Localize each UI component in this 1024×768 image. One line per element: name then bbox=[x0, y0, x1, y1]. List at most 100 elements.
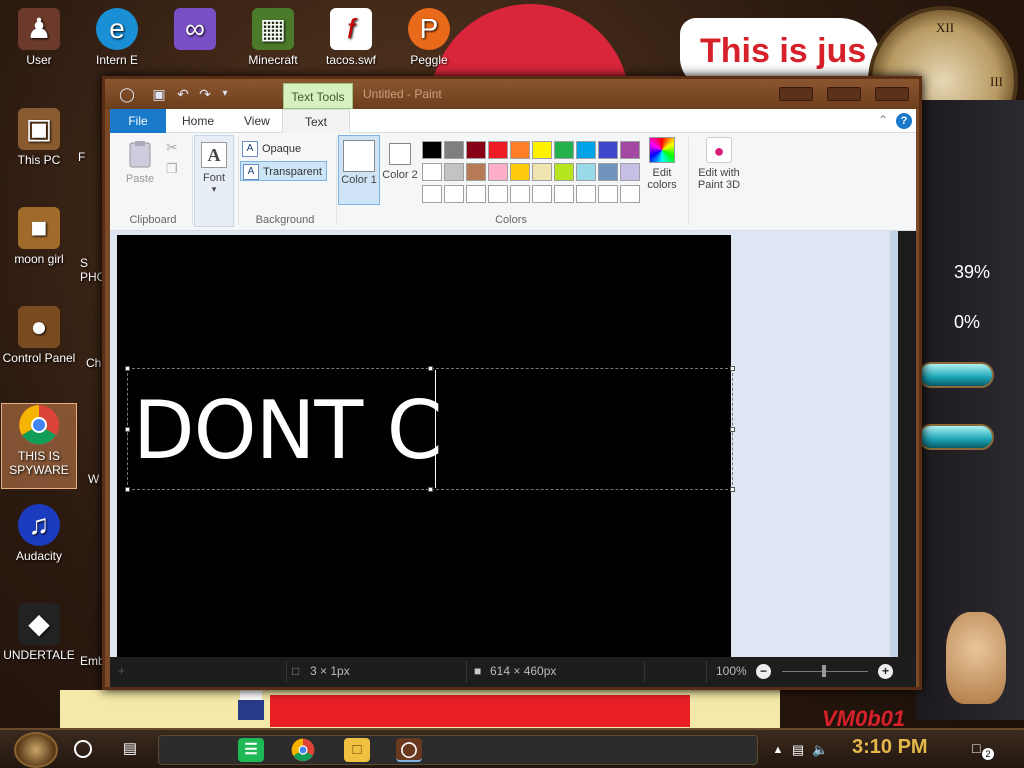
zoom-slider-thumb[interactable] bbox=[822, 665, 826, 677]
palette-swatch[interactable] bbox=[554, 185, 574, 203]
resize-handle[interactable] bbox=[125, 487, 130, 492]
tab-file[interactable]: File bbox=[110, 109, 166, 133]
font-icon: A bbox=[201, 142, 227, 168]
title-bar[interactable]: ◯ ▣ ↶ ↷ ▾ Text Tools Untitled - Paint bbox=[105, 79, 919, 109]
palette-swatch[interactable] bbox=[576, 141, 596, 159]
taskbar-clock[interactable]: 3:10 PM bbox=[852, 736, 928, 759]
chevron-up-icon[interactable]: ▲ bbox=[770, 742, 786, 758]
palette-swatch[interactable] bbox=[554, 163, 574, 181]
desktop-icon-label: Emb bbox=[80, 654, 105, 668]
spotify-like-icon[interactable]: ☰ bbox=[238, 738, 264, 762]
paint-icon[interactable]: ◯ bbox=[396, 738, 422, 762]
collapse-ribbon-icon[interactable]: ⌃ bbox=[878, 113, 888, 127]
chrome-icon[interactable] bbox=[290, 738, 316, 762]
network-icon[interactable]: ▤ bbox=[790, 742, 806, 758]
desktop-icon-peggle[interactable]: P Peggle bbox=[390, 8, 468, 67]
palette-swatch[interactable] bbox=[488, 141, 508, 159]
paste-button[interactable]: Paste bbox=[120, 139, 160, 185]
palette-swatch[interactable] bbox=[554, 141, 574, 159]
palette-swatch[interactable] bbox=[466, 141, 486, 159]
palette-swatch[interactable] bbox=[488, 185, 508, 203]
help-icon[interactable]: ? bbox=[896, 113, 912, 129]
volume-muted-icon[interactable]: 🔈 bbox=[812, 742, 828, 758]
tab-home[interactable]: Home bbox=[168, 109, 228, 133]
task-view-icon[interactable]: ▤ bbox=[120, 740, 140, 758]
desktop-icon-internet-explorer[interactable]: e Intern E bbox=[78, 8, 156, 67]
resize-handle[interactable] bbox=[428, 366, 433, 371]
search-icon[interactable] bbox=[74, 740, 92, 758]
resize-handle[interactable] bbox=[125, 427, 130, 432]
customize-toolbar-icon[interactable]: ▾ bbox=[217, 86, 233, 102]
palette-swatch[interactable] bbox=[576, 185, 596, 203]
start-button[interactable] bbox=[14, 732, 58, 768]
palette-swatch[interactable] bbox=[598, 141, 618, 159]
canvas-size-icon: ■ bbox=[474, 664, 482, 678]
opaque-option[interactable]: A Opaque bbox=[240, 139, 305, 159]
background-group-label: Background bbox=[255, 214, 315, 226]
redo-icon[interactable]: ↷ bbox=[197, 86, 213, 102]
palette-swatch[interactable] bbox=[620, 185, 640, 203]
notification-center-icon[interactable]: □ 2 bbox=[972, 740, 994, 760]
resize-handle[interactable] bbox=[125, 366, 130, 371]
color1-button[interactable]: Color 1 bbox=[338, 135, 380, 205]
close-button[interactable] bbox=[875, 87, 909, 101]
palette-swatch[interactable] bbox=[422, 163, 442, 181]
palette-swatch[interactable] bbox=[444, 163, 464, 181]
file-explorer-icon[interactable]: □ bbox=[344, 738, 370, 762]
font-button[interactable]: A Font ▾ bbox=[194, 135, 234, 227]
undo-icon[interactable]: ↶ bbox=[175, 86, 191, 102]
save-icon[interactable]: ▣ bbox=[151, 86, 167, 102]
palette-swatch[interactable] bbox=[532, 141, 552, 159]
palette-swatch[interactable] bbox=[576, 163, 596, 181]
ribbon: Paste ✂ ❐ Clipboard A Font ▾ A Opaque A … bbox=[110, 133, 916, 231]
zoom-out-button[interactable]: − bbox=[756, 664, 771, 679]
zoom-in-button[interactable]: + bbox=[878, 664, 893, 679]
desktop-icon-spyware[interactable]: THIS IS SPYWARE bbox=[1, 403, 77, 489]
desktop-icon-undertale[interactable]: ◆ UNDERTALE bbox=[0, 603, 78, 662]
transparent-label: Transparent bbox=[263, 166, 322, 178]
tab-text[interactable]: Text bbox=[282, 109, 350, 133]
cut-icon[interactable]: ✂ bbox=[166, 139, 178, 156]
palette-swatch[interactable] bbox=[510, 163, 530, 181]
palette-swatch[interactable] bbox=[598, 163, 618, 181]
desktop-icon-minecraft[interactable]: ▦ Minecraft bbox=[234, 8, 312, 67]
palette-swatch[interactable] bbox=[466, 185, 486, 203]
desktop-icon-moon-girl[interactable]: ■ moon girl bbox=[0, 207, 78, 266]
palette-swatch[interactable] bbox=[466, 163, 486, 181]
desktop-icon-visual-studio[interactable]: ∞ bbox=[156, 8, 234, 53]
palette-swatch[interactable] bbox=[422, 185, 442, 203]
desktop-icon-tacos-swf[interactable]: f tacos.swf bbox=[312, 8, 390, 67]
resize-handle[interactable] bbox=[730, 487, 735, 492]
maximize-button[interactable] bbox=[827, 87, 861, 101]
palette-swatch[interactable] bbox=[444, 185, 464, 203]
palette-swatch[interactable] bbox=[488, 163, 508, 181]
edit-with-paint3d-button[interactable]: ● Edit with Paint 3D bbox=[692, 137, 746, 191]
desktop-icon-control-panel[interactable]: ● Control Panel bbox=[0, 306, 78, 365]
color2-button[interactable]: Color 2 bbox=[382, 135, 418, 205]
palette-swatch[interactable] bbox=[598, 185, 618, 203]
minimize-button[interactable] bbox=[779, 87, 813, 101]
resize-handle[interactable] bbox=[730, 427, 735, 432]
palette-swatch[interactable] bbox=[532, 185, 552, 203]
transparent-option[interactable]: A Transparent bbox=[240, 161, 327, 181]
desktop-icon-this-pc[interactable]: ▣ This PC bbox=[0, 108, 78, 167]
tab-view[interactable]: View bbox=[230, 109, 284, 133]
palette-swatch[interactable] bbox=[510, 141, 530, 159]
palette-swatch[interactable] bbox=[422, 141, 442, 159]
palette-swatch[interactable] bbox=[532, 163, 552, 181]
edit-colors-button[interactable]: Edit colors bbox=[642, 137, 682, 191]
palette-swatch[interactable] bbox=[444, 141, 464, 159]
paint-app-icon[interactable]: ◯ bbox=[119, 86, 135, 102]
desktop-icon-partial[interactable]: F bbox=[78, 150, 104, 164]
canvas-typed-text[interactable]: DONT C bbox=[133, 384, 443, 478]
desktop-icon-user[interactable]: ♟ User bbox=[0, 8, 78, 67]
palette-swatch[interactable] bbox=[620, 141, 640, 159]
copy-icon[interactable]: ❐ bbox=[166, 161, 178, 177]
palette-swatch[interactable] bbox=[510, 185, 530, 203]
palette-swatch[interactable] bbox=[620, 163, 640, 181]
desktop-icon-audacity[interactable]: ♫ Audacity bbox=[0, 504, 78, 563]
vertical-scrollbar[interactable] bbox=[898, 231, 916, 657]
desktop-icon-partial[interactable]: S PHO bbox=[80, 256, 106, 284]
resize-handle[interactable] bbox=[730, 366, 735, 371]
resize-handle[interactable] bbox=[428, 487, 433, 492]
